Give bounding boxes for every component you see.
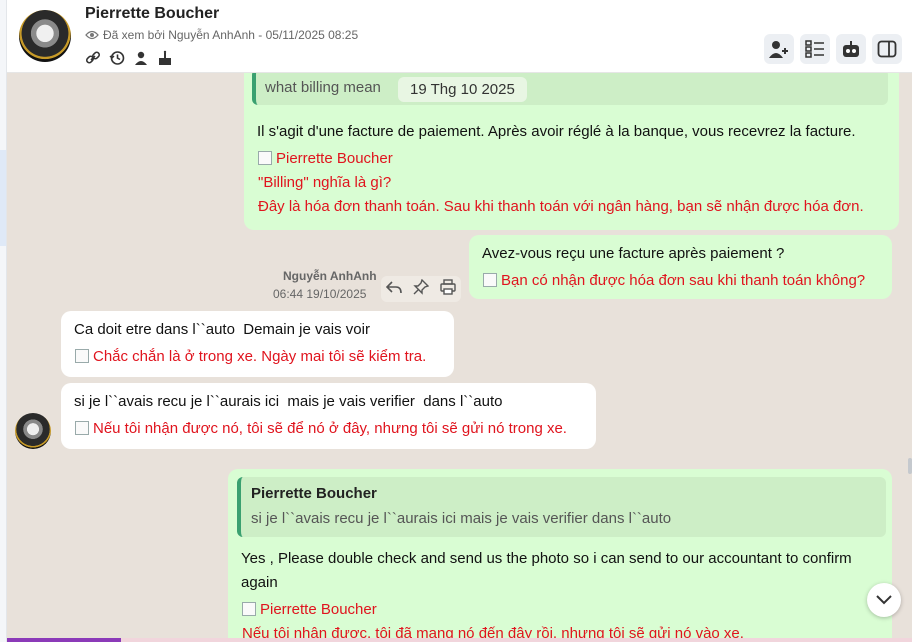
date-badge: 19 Thg 10 2025 bbox=[398, 77, 527, 102]
broken-image-icon bbox=[483, 273, 497, 287]
message-time: 06:44 19/10/2025 bbox=[273, 287, 367, 301]
quote-text: si je l``avais recu je l``aurais ici mai… bbox=[251, 510, 672, 527]
message-text: si je l``avais recu je l``aurais ici mai… bbox=[74, 393, 503, 410]
history-icon[interactable] bbox=[109, 50, 125, 66]
left-strip bbox=[0, 0, 7, 642]
checklist-icon bbox=[805, 40, 824, 58]
broken-image-icon bbox=[75, 421, 89, 435]
add-user-button[interactable] bbox=[764, 34, 794, 64]
translation-line: Đây là hóa đơn thanh toán. Sau khi thanh… bbox=[258, 198, 864, 215]
bot-button[interactable] bbox=[836, 34, 866, 64]
message-text: Avez-vous reçu une facture après paiemen… bbox=[482, 245, 785, 262]
translation-content: Bạn có nhận được hóa đơn sau khi thanh t… bbox=[501, 272, 866, 289]
scroll-to-bottom-button[interactable] bbox=[867, 583, 901, 617]
message-bubble-outgoing[interactable]: what billing mean 19 Thg 10 2025 Il s'ag… bbox=[244, 73, 899, 230]
message-text: Il s'agit d'une facture de paiement. Apr… bbox=[257, 123, 856, 140]
sender-name: Nguyễn AnhAnh bbox=[283, 269, 377, 283]
message-bubble-incoming[interactable]: Ca doit etre dans l``auto Demain je vais… bbox=[61, 311, 454, 377]
translation-content: Nếu tôi nhận được nó, tôi sẽ để nó ở đây… bbox=[93, 420, 567, 437]
person-icon[interactable] bbox=[133, 50, 149, 66]
sidebar-toggle-button[interactable] bbox=[872, 34, 902, 64]
pin-icon[interactable] bbox=[413, 278, 430, 300]
eye-icon bbox=[85, 30, 99, 40]
scrollbar[interactable] bbox=[908, 458, 912, 474]
quoted-message[interactable]: what billing mean 19 Thg 10 2025 bbox=[252, 73, 888, 105]
quote-sender: Pierrette Boucher bbox=[251, 485, 377, 502]
link-icon[interactable] bbox=[85, 50, 101, 66]
translation-name: Pierrette Boucher bbox=[242, 601, 377, 618]
bot-icon bbox=[843, 41, 859, 57]
message-bubble-incoming[interactable]: si je l``avais recu je l``aurais ici mai… bbox=[61, 383, 596, 449]
add-user-icon bbox=[769, 41, 788, 58]
translation-content: Chắc chắn là ở trong xe. Ngày mai tôi sẽ… bbox=[93, 348, 427, 365]
translation-text: Bạn có nhận được hóa đơn sau khi thanh t… bbox=[483, 272, 865, 289]
reply-icon[interactable] bbox=[386, 280, 403, 299]
translation-name: Pierrette Boucher bbox=[258, 150, 393, 167]
chevron-down-icon bbox=[876, 595, 892, 605]
seen-text: Đã xem bởi Nguyễn AnhAnh - 05/11/2025 08… bbox=[103, 28, 359, 42]
chat-header: Pierrette Boucher Đã xem bởi Nguyễn AnhA… bbox=[7, 0, 912, 73]
broken-image-icon bbox=[75, 349, 89, 363]
message-bubble-outgoing[interactable]: Avez-vous reçu une facture après paiemen… bbox=[469, 235, 892, 299]
translation-line: "Billing" nghĩa là gì? bbox=[258, 174, 392, 191]
message-text: Ca doit etre dans l``auto Demain je vais… bbox=[74, 321, 370, 338]
cake-icon[interactable] bbox=[157, 50, 173, 66]
seen-status: Đã xem bởi Nguyễn AnhAnh - 05/11/2025 08… bbox=[85, 28, 358, 42]
translation-sender: Pierrette Boucher bbox=[260, 601, 377, 618]
header-tools bbox=[764, 34, 902, 64]
quote-text: what billing mean bbox=[265, 79, 381, 96]
translation-sender: Pierrette Boucher bbox=[276, 150, 393, 167]
print-icon[interactable] bbox=[439, 278, 456, 300]
avatar[interactable] bbox=[19, 10, 71, 62]
message-text: Yes , Please double check and send us th… bbox=[241, 550, 852, 591]
contact-name[interactable]: Pierrette Boucher bbox=[85, 5, 219, 23]
chat-area: what billing mean 19 Thg 10 2025 Il s'ag… bbox=[7, 73, 912, 642]
message-actions bbox=[381, 276, 461, 302]
sidebar-toggle-icon bbox=[877, 40, 897, 58]
quoted-message[interactable]: Pierrette Boucher si je l``avais recu je… bbox=[237, 477, 886, 537]
checklist-button[interactable] bbox=[800, 34, 830, 64]
broken-image-icon bbox=[242, 602, 256, 616]
broken-image-icon bbox=[258, 151, 272, 165]
message-bubble-outgoing[interactable]: Pierrette Boucher si je l``avais recu je… bbox=[228, 469, 892, 642]
bottom-progress-bar bbox=[7, 638, 912, 642]
contact-avatar[interactable] bbox=[15, 413, 51, 449]
header-icons bbox=[85, 50, 173, 66]
translation-text: Chắc chắn là ở trong xe. Ngày mai tôi sẽ… bbox=[75, 348, 426, 365]
translation-text: Nếu tôi nhận được nó, tôi sẽ để nó ở đây… bbox=[75, 420, 567, 437]
